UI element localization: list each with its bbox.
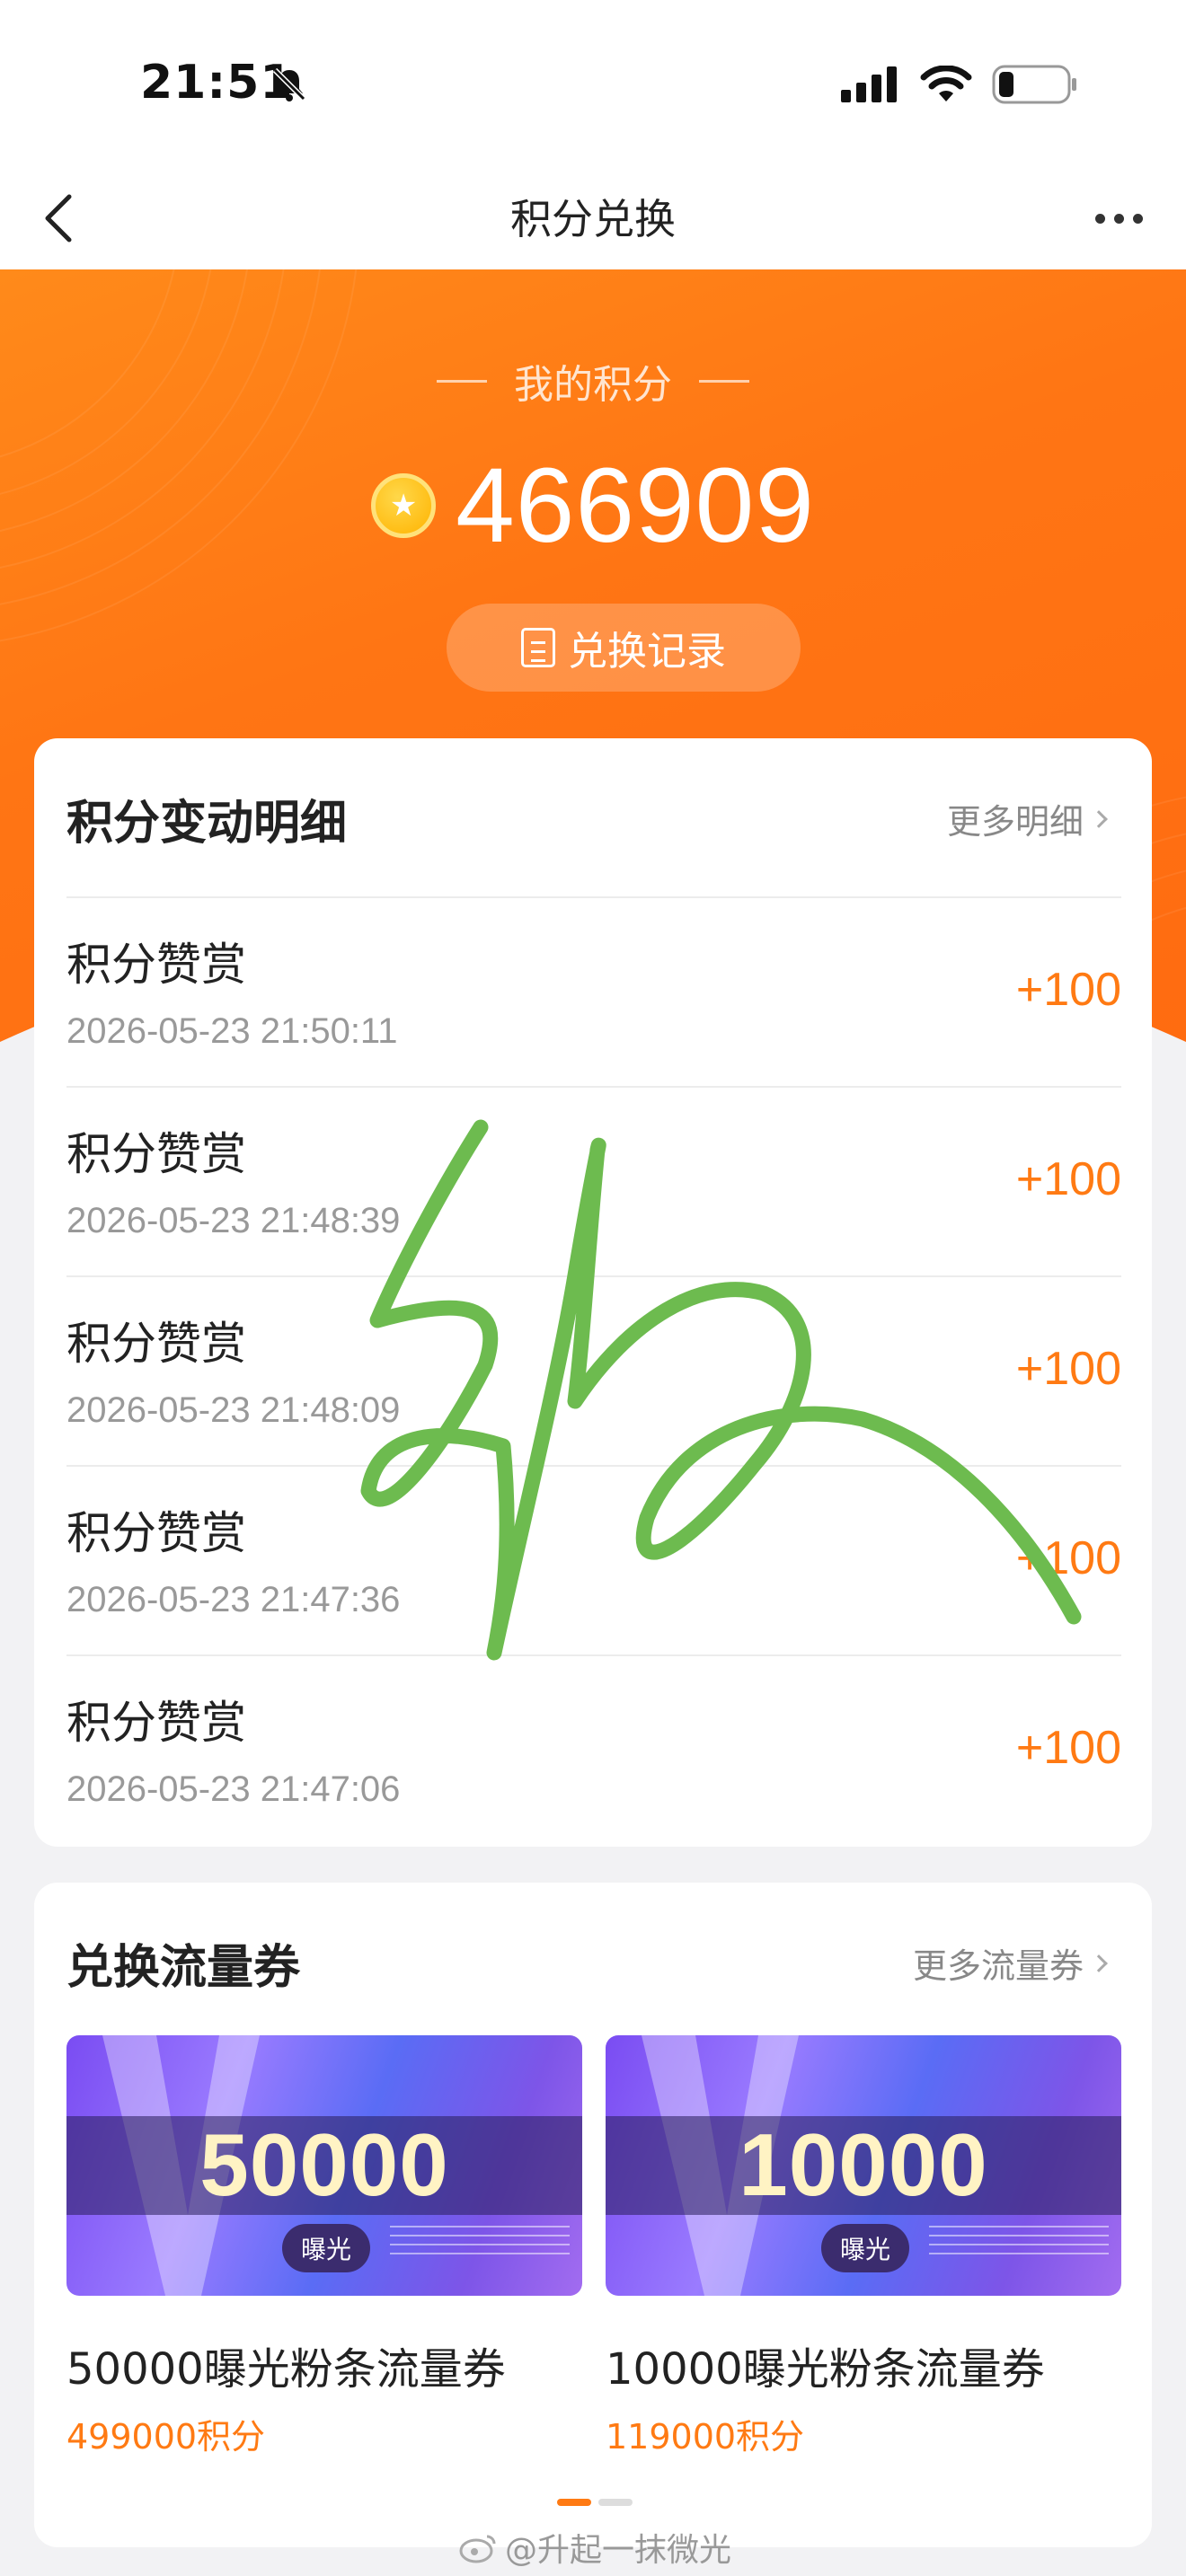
list-item: 积分赞赏 2026-05-23 21:48:39 +100: [66, 1086, 1121, 1275]
pager-dot: [598, 2499, 633, 2506]
detail-time: 2026-05-23 21:48:39: [66, 1201, 401, 1240]
signal-icon: [841, 66, 897, 102]
coupon-item[interactable]: 10000 曝光 10000曝光粉条流量券 119000积分: [606, 2035, 1121, 2458]
details-title: 积分变动明细: [66, 797, 348, 851]
document-icon: [521, 628, 555, 667]
coupon-name: 50000曝光粉条流量券: [66, 2344, 506, 2395]
coin-star-icon: ★: [371, 473, 437, 538]
coupon-image: 50000 曝光: [66, 2035, 582, 2296]
detail-amount: +100: [1015, 964, 1121, 1016]
coupon-amount: 10000: [739, 2115, 988, 2214]
coupon-image: 10000 曝光: [606, 2035, 1121, 2296]
watermark-text: @升起一抹微光: [505, 2532, 732, 2569]
detail-name: 积分赞赏: [66, 1507, 246, 1559]
more-coupons-link[interactable]: 更多流量券: [912, 1938, 1108, 1988]
detail-time: 2026-05-23 21:47:36: [66, 1580, 401, 1619]
list-item: 积分赞赏 2026-05-23 21:48:09 +100: [66, 1275, 1121, 1465]
detail-amount: +100: [1015, 1153, 1121, 1205]
more-coupons-label: 更多流量券: [912, 1946, 1084, 1986]
carousel-pager: [557, 2499, 633, 2506]
list-item: 积分赞赏 2026-05-23 21:50:11 +100: [66, 896, 1121, 1086]
more-details-label: 更多明细: [946, 802, 1084, 842]
points-value: 466909: [456, 446, 815, 565]
coupons-card: 兑换流量券 更多流量券 50000 曝光 50000曝光粉条流量券 499000…: [34, 1883, 1152, 2547]
detail-name: 积分赞赏: [66, 1697, 246, 1749]
details-list: 积分赞赏 2026-05-23 21:50:11 +100 积分赞赏 2026-…: [66, 896, 1121, 1844]
battery-icon: [992, 65, 1076, 104]
coupon-grid: 50000 曝光 50000曝光粉条流量券 499000积分 10000 曝光 …: [66, 2035, 1121, 2458]
weibo-icon: [459, 2535, 496, 2563]
watermark: @升起一抹微光: [458, 2524, 731, 2571]
points-details-card: 积分变动明细 更多明细 积分赞赏 2026-05-23 21:50:11 +10…: [34, 738, 1152, 1847]
more-dots-icon[interactable]: [1078, 187, 1159, 250]
coupon-badge: 曝光: [821, 2224, 909, 2272]
detail-time: 2026-05-23 21:50:11: [66, 1011, 398, 1051]
detail-time: 2026-05-23 21:47:06: [66, 1769, 401, 1809]
coupons-title: 兑换流量券: [66, 1941, 301, 1995]
nav-bar: 积分兑换: [0, 171, 1186, 269]
wifi-icon: [920, 66, 972, 101]
list-item: 积分赞赏 2026-05-23 21:47:06 +100: [66, 1654, 1121, 1844]
coupon-amount: 50000: [199, 2115, 449, 2214]
exchange-record-label: 兑换记录: [568, 629, 726, 675]
exchange-record-button[interactable]: 兑换记录: [447, 604, 801, 692]
coupon-price: 499000积分: [66, 2417, 266, 2457]
page-title: 积分兑换: [510, 195, 676, 243]
chevron-right-icon: [1090, 1954, 1108, 1972]
detail-name: 积分赞赏: [66, 939, 246, 991]
more-details-link[interactable]: 更多明细: [946, 794, 1108, 843]
detail-amount: +100: [1015, 1722, 1121, 1774]
coupon-price: 119000积分: [606, 2417, 805, 2457]
bell-slash-icon: [272, 67, 306, 101]
coupon-badge: 曝光: [282, 2224, 370, 2272]
detail-name: 积分赞赏: [66, 1318, 246, 1370]
detail-amount: +100: [1015, 1343, 1121, 1395]
list-item: 积分赞赏 2026-05-23 21:47:36 +100: [66, 1465, 1121, 1654]
detail-amount: +100: [1015, 1532, 1121, 1584]
pager-dot-active: [557, 2499, 591, 2506]
points-label-text: 我的积分: [514, 362, 672, 408]
status-icons: [841, 65, 1078, 104]
fine-print-decoration: [390, 2226, 570, 2262]
chevron-right-icon: [1090, 809, 1108, 828]
detail-time: 2026-05-23 21:48:09: [66, 1390, 401, 1430]
fine-print-decoration: [929, 2226, 1109, 2262]
coupon-name: 10000曝光粉条流量券: [606, 2344, 1045, 2395]
points-label: 我的积分: [0, 352, 1186, 410]
detail-name: 积分赞赏: [66, 1128, 246, 1180]
status-bar: 21:51: [0, 0, 1186, 171]
coupon-item[interactable]: 50000 曝光 50000曝光粉条流量券 499000积分: [66, 2035, 582, 2458]
points-row: ★ 466909: [0, 445, 1186, 567]
